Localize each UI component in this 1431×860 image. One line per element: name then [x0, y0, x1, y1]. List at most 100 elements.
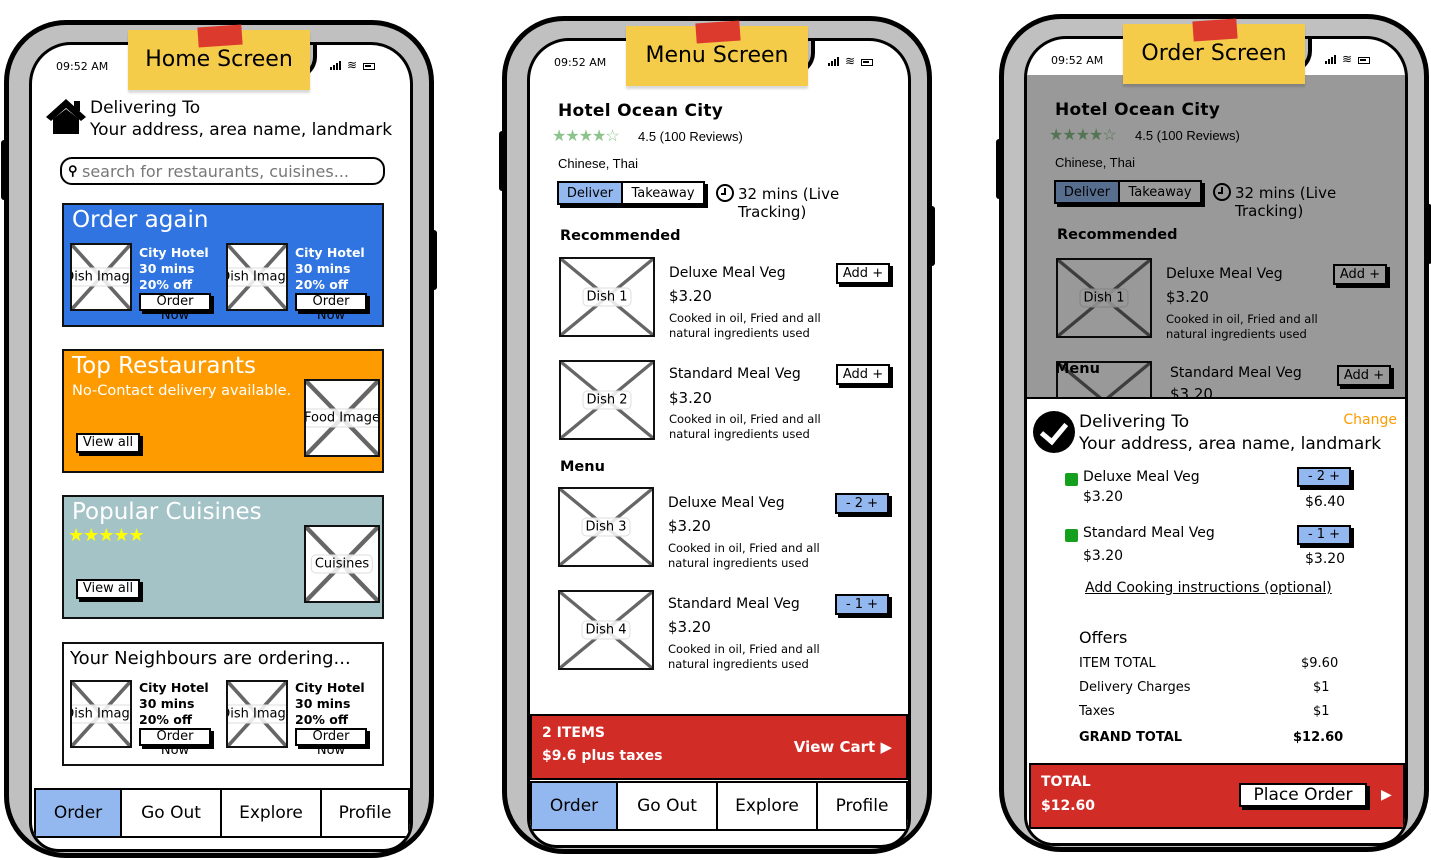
signal-icon	[330, 61, 341, 70]
eta-text: 32 mins (Live Tracking)	[738, 185, 840, 221]
dish-image[interactable]: Dish Image	[226, 243, 288, 311]
dish-description: Cooked in oil, Fried and all natural ing…	[669, 311, 821, 340]
dish-image-label: Dish Image	[72, 704, 130, 724]
dish-name: Deluxe Meal Veg	[668, 495, 785, 511]
tab-order[interactable]: Order	[36, 790, 122, 836]
top-restaurants-subtitle: No-Contact delivery available.	[72, 383, 292, 399]
bill-label-delivery: Delivery Charges	[1079, 680, 1191, 695]
view-cart-label: View Cart	[793, 738, 876, 756]
tab-explore[interactable]: Explore	[222, 790, 322, 836]
dish-image[interactable]: Dish 3	[558, 487, 654, 567]
tape	[197, 24, 243, 48]
delivery-time: 30 mins	[139, 696, 195, 711]
bill-label-taxes: Taxes	[1079, 704, 1115, 719]
dish-image-label: Dish 1	[582, 287, 632, 307]
search-input[interactable]: ⚲ search for restaurants, cuisines...	[60, 157, 385, 185]
side-button	[1425, 204, 1431, 264]
add-button[interactable]: Add +	[836, 364, 890, 385]
cuisine-tags: Chinese, Thai	[558, 156, 638, 171]
offers-heading[interactable]: Offers	[1079, 628, 1127, 647]
dish-price: $3.20	[669, 389, 712, 407]
popular-cuisines-card[interactable]: Popular Cuisines ★★★★★ View all Cuisines	[62, 495, 384, 619]
order-now-button[interactable]: Order Now	[139, 293, 211, 323]
battery-icon	[1358, 57, 1371, 64]
delivery-time: 30 mins	[139, 261, 195, 276]
mode-takeaway[interactable]: Takeaway	[623, 183, 703, 203]
view-all-button[interactable]: View all	[76, 579, 140, 599]
recommended-heading: Recommended	[560, 228, 681, 244]
top-restaurants-card[interactable]: Top Restaurants No-Contact delivery avai…	[62, 349, 384, 473]
modal-overlay[interactable]	[1027, 75, 1405, 401]
cooking-instructions-link[interactable]: Add Cooking instructions (optional)	[1085, 580, 1332, 596]
dish-image[interactable]: Dish 2	[559, 360, 655, 440]
search-icon: ⚲	[68, 163, 78, 178]
wifi-icon: ≋	[347, 58, 358, 72]
status-icons: ≋	[330, 58, 376, 72]
order-now-button[interactable]: Order Now	[139, 728, 211, 758]
dish-image-label: Dish 4	[581, 620, 631, 640]
tab-order[interactable]: Order	[532, 783, 618, 829]
bill-label-item-total: ITEM TOTAL	[1079, 656, 1156, 671]
order-now-button[interactable]: Order Now	[295, 293, 367, 323]
quantity-stepper[interactable]: - 2 +	[835, 493, 889, 514]
cuisines-image-label: Cuisines	[310, 554, 374, 574]
food-image-label: Food Image	[306, 408, 378, 428]
cart-bar[interactable]: 2 ITEMS $9.6 plus taxes View Cart ▶	[530, 714, 908, 780]
order-now-button[interactable]: Order Now	[295, 728, 367, 758]
change-address-link[interactable]: Change	[1343, 412, 1397, 428]
popular-cuisines-title: Popular Cuisines	[72, 499, 262, 525]
rating-text: 4.5 (100 Reviews)	[638, 129, 743, 144]
tab-go-out[interactable]: Go Out	[618, 783, 718, 829]
view-all-button[interactable]: View all	[76, 433, 140, 453]
offer: 20% off	[139, 712, 192, 727]
bill-value-delivery: $1	[1313, 680, 1330, 695]
bill-value-grand-total: $12.60	[1293, 730, 1344, 745]
view-cart-button[interactable]: View Cart ▶	[794, 738, 892, 756]
delivery-address: Your address, area name, landmark	[1079, 434, 1382, 454]
dish-price: $3.20	[669, 287, 712, 305]
delivery-address[interactable]: Your address, area name, landmark	[90, 120, 392, 140]
order-summary-sheet: Delivering To Your address, area name, l…	[1027, 397, 1405, 843]
phone-menu: 09:52 AM ≋ Hotel Ocean City ★★★★☆ 4.5 (1…	[499, 16, 935, 854]
total-label: TOTAL	[1041, 774, 1091, 790]
dish-image[interactable]: Dish Image	[70, 243, 132, 311]
order-screen: 09:52 AM ≋ Hotel Ocean City ★★★★☆ 4.5 (1…	[1024, 36, 1408, 846]
tab-profile[interactable]: Profile	[818, 783, 906, 829]
side-button	[928, 206, 935, 266]
add-button[interactable]: Add +	[836, 263, 890, 284]
home-screen-sticky-note: Home Screen	[128, 24, 310, 90]
cart-item-line-total: $6.40	[1305, 494, 1346, 510]
dish-image[interactable]: Dish 1	[559, 257, 655, 337]
place-order-bar: TOTAL $12.60 Place Order ▶	[1029, 763, 1405, 829]
cuisines-image: Cuisines	[304, 525, 380, 603]
restaurant-meta: City Hotel 30 mins 20% off	[139, 245, 209, 293]
order-screen-sticky-note: Order Screen	[1123, 18, 1305, 84]
total-value: $12.60	[1041, 798, 1096, 814]
dish-image[interactable]: Dish 4	[558, 590, 654, 670]
mode-deliver[interactable]: Deliver	[559, 183, 623, 203]
status-icons: ≋	[1325, 53, 1371, 65]
dish-image[interactable]: Dish Image	[70, 680, 132, 748]
quantity-stepper[interactable]: - 1 +	[835, 594, 889, 615]
restaurant-name: City Hotel	[295, 680, 365, 695]
order-again-card: Order again Dish Image City Hotel 30 min…	[62, 203, 384, 327]
signal-icon	[1325, 55, 1336, 64]
quantity-stepper[interactable]: - 1 +	[1297, 525, 1351, 545]
tab-profile[interactable]: Profile	[322, 790, 408, 836]
star-rating: ★★★★★	[68, 525, 145, 545]
tape	[1192, 18, 1238, 42]
phone-order: 09:52 AM ≋ Hotel Ocean City ★★★★☆ 4.5 (1…	[996, 14, 1431, 852]
dish-description: Cooked in oil, Fried and all natural ing…	[668, 541, 820, 570]
sticky-label: Order Screen	[1141, 41, 1287, 66]
dish-image[interactable]: Dish Image	[226, 680, 288, 748]
signal-icon	[828, 57, 839, 66]
place-order-button[interactable]: Place Order	[1239, 783, 1367, 807]
quantity-stepper[interactable]: - 2 +	[1297, 467, 1351, 487]
tab-go-out[interactable]: Go Out	[122, 790, 222, 836]
status-time: 09:52 AM	[1051, 54, 1104, 67]
dish-name: Standard Meal Veg	[668, 596, 800, 612]
tape	[695, 20, 741, 44]
chevron-right-icon: ▶	[1381, 787, 1392, 803]
tab-explore[interactable]: Explore	[718, 783, 818, 829]
restaurant-name: City Hotel	[139, 680, 209, 695]
